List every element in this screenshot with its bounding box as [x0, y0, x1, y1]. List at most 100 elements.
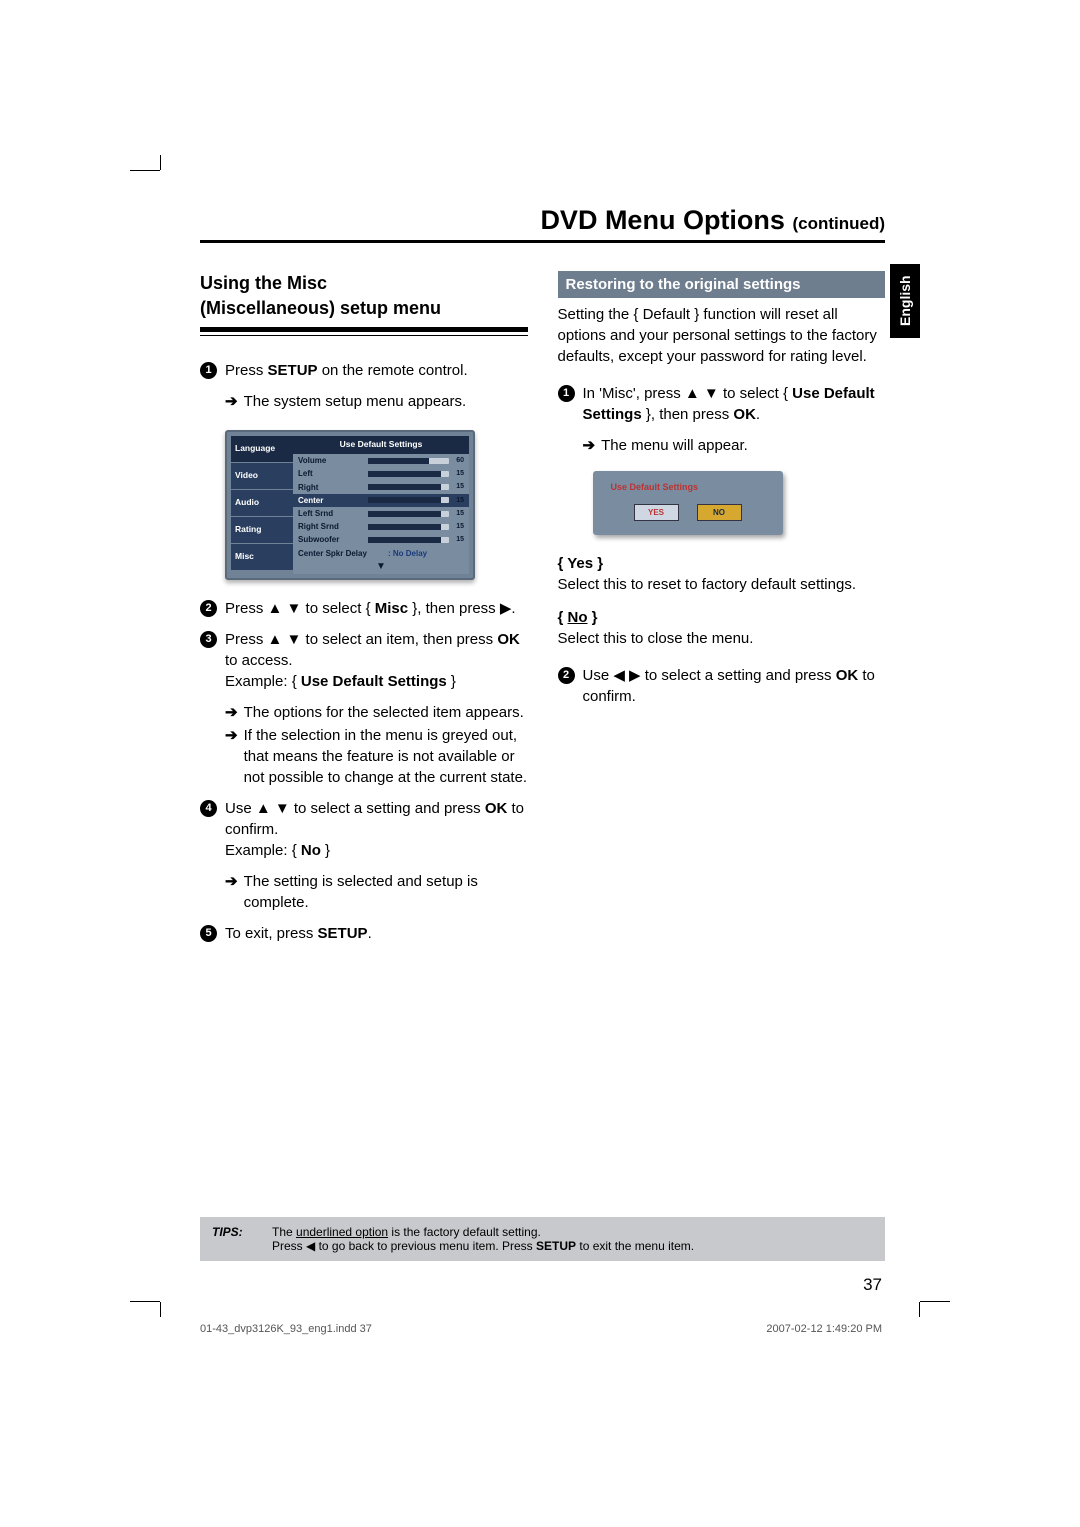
step-text: Use ▲ ▼ to select a setting and press — [225, 800, 485, 817]
slider-fill — [368, 497, 441, 503]
arrow-icon: ➔ — [225, 702, 238, 723]
section-heading: Using the Misc (Miscellaneous) setup men… — [200, 271, 528, 332]
tips-text: to exit the menu item. — [576, 1239, 694, 1253]
sub-step: ➔ The system setup menu appears. — [200, 391, 528, 412]
underlined-no: No — [568, 609, 588, 626]
step-number-icon: 2 — [558, 667, 575, 684]
bold: OK — [836, 667, 859, 684]
arrow-icon: ➔ — [583, 435, 596, 456]
option-yes-label: { Yes } — [558, 553, 886, 574]
slider-track — [368, 537, 449, 543]
heading-line2: (Miscellaneous) setup menu — [200, 296, 528, 321]
option-no-text: Select this to close the menu. — [558, 628, 886, 649]
menu-tab: Language — [231, 436, 293, 463]
step-number-icon: 1 — [200, 362, 217, 379]
menu-row: Right15 — [293, 481, 469, 494]
arrow-icon: ➔ — [225, 725, 238, 788]
footer-left: 01-43_dvp3126K_93_eng1.indd 37 — [200, 1323, 372, 1335]
bold: OK — [497, 631, 520, 648]
row-label: Center Spkr Delay — [298, 548, 388, 559]
step-text: }, then press ▶. — [408, 600, 515, 617]
sub-step: ➔ The options for the selected item appe… — [200, 702, 528, 723]
step-number-icon: 2 — [200, 600, 217, 617]
row-label: Right Srnd — [298, 521, 368, 532]
heading-line1: Using the Misc — [200, 271, 528, 296]
menu-tab: Misc — [231, 544, 293, 571]
tips-box: TIPS: The underlined option is the facto… — [200, 1217, 885, 1261]
tips-label: TIPS: — [212, 1225, 272, 1253]
menu-tab: Audio — [231, 490, 293, 517]
slider-track — [368, 484, 449, 490]
bold: SETUP — [268, 362, 318, 379]
bold: OK — [733, 406, 756, 423]
row-value: 15 — [449, 522, 464, 532]
right-column: Restoring to the original settings Setti… — [558, 271, 886, 954]
row-label: Subwoofer — [298, 534, 368, 545]
dialog-title: Use Default Settings — [593, 481, 783, 494]
row-label: Left — [298, 468, 368, 479]
menu-row: Center 15 — [293, 494, 469, 507]
sub-step: ➔ The menu will appear. — [558, 435, 886, 456]
setup-menu-diagram: Language Video Audio Rating Misc Use Def… — [225, 430, 475, 579]
bold: SETUP — [536, 1239, 576, 1253]
step-number-icon: 3 — [200, 631, 217, 648]
arrow-icon: ➔ — [225, 871, 238, 913]
row-value: 15 — [449, 509, 464, 519]
intro-text: Setting the { Default } function will re… — [558, 304, 886, 367]
step-text: To exit, press — [225, 925, 318, 942]
crop-mark — [160, 155, 161, 170]
step-5: 5 To exit, press SETUP. — [200, 923, 528, 944]
step-text: on the remote control. — [318, 362, 468, 379]
title-main: DVD Menu Options — [540, 205, 785, 235]
row-label: Center — [298, 495, 368, 506]
crop-mark — [160, 1302, 161, 1317]
slider-track — [368, 471, 449, 477]
menu-row: Volume60 — [293, 454, 469, 467]
slider-fill — [368, 458, 429, 464]
row-value: 15 — [449, 496, 464, 506]
menu-heading: Use Default Settings — [293, 436, 469, 454]
slider-fill — [368, 511, 441, 517]
menu-row: Center Spkr Delay : No Delay — [293, 547, 469, 560]
step-3: 3 Press ▲ ▼ to select an item, then pres… — [200, 629, 528, 692]
title-continued: (continued) — [792, 214, 885, 233]
step-text: Press — [225, 362, 268, 379]
example-text: } — [321, 842, 330, 859]
sub-text: The system setup menu appears. — [244, 391, 467, 412]
slider-fill — [368, 484, 441, 490]
row-value: 60 — [449, 456, 464, 466]
bold: Use Default Settings — [301, 673, 447, 690]
page-title: DVD Menu Options (continued) — [200, 205, 885, 243]
bold: No — [301, 842, 321, 859]
menu-row: Left Srnd15 — [293, 507, 469, 520]
crop-mark — [920, 1301, 950, 1302]
step-2: 2 Use ◀ ▶ to select a setting and press … — [558, 665, 886, 707]
footer-right: 2007-02-12 1:49:20 PM — [766, 1323, 882, 1335]
menu-row: Right Srnd 15 — [293, 520, 469, 533]
step-number-icon: 4 — [200, 800, 217, 817]
crop-mark — [130, 1301, 160, 1302]
step-2: 2 Press ▲ ▼ to select { Misc }, then pre… — [200, 598, 528, 619]
slider-track — [368, 497, 449, 503]
step-text: Press ▲ ▼ to select an item, then press — [225, 631, 497, 648]
example-text: Example: { — [225, 842, 301, 859]
sub-step: ➔ The setting is selected and setup is c… — [200, 871, 528, 913]
slider-track — [368, 511, 449, 517]
step-1: 1 Press SETUP on the remote control. — [200, 360, 528, 381]
step-text: . — [368, 925, 372, 942]
slider-fill — [368, 524, 441, 530]
step-4: 4 Use ▲ ▼ to select a setting and press … — [200, 798, 528, 861]
down-arrow-icon: ▼ — [293, 560, 469, 574]
sub-text: If the selection in the menu is greyed o… — [244, 725, 528, 788]
menu-row: Subwoofer15 — [293, 533, 469, 546]
dialog-no-button: NO — [697, 504, 742, 521]
bold: SETUP — [318, 925, 368, 942]
crop-mark — [919, 1302, 920, 1317]
dialog-diagram: Use Default Settings YES NO — [593, 471, 783, 535]
step-text: . — [756, 406, 760, 423]
crop-mark — [130, 170, 160, 171]
menu-tab: Video — [231, 463, 293, 490]
page-number: 37 — [863, 1275, 882, 1295]
step-text: Press ▲ ▼ to select { — [225, 600, 375, 617]
underlined-text: underlined option — [296, 1225, 388, 1239]
